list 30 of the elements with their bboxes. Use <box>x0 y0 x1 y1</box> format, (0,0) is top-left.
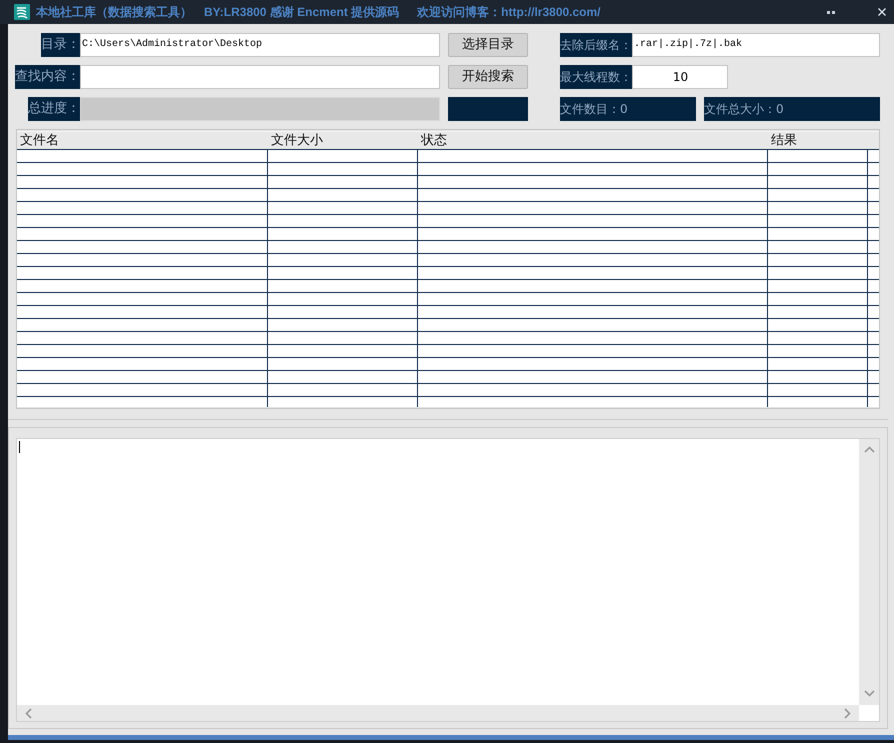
vertical-scrollbar[interactable] <box>859 439 879 705</box>
thread-count-field[interactable]: 10 <box>632 65 728 89</box>
start-search-button[interactable]: 开始搜索 <box>448 65 528 89</box>
chevron-right-icon[interactable] <box>844 708 851 718</box>
column-header[interactable]: 状态 <box>418 132 768 149</box>
horizontal-scrollbar[interactable] <box>17 705 859 721</box>
extensions-field[interactable]: .rar|.zip|.7z|.bak <box>632 33 880 57</box>
window-title: 本地社工库（数据搜索工具） <box>36 4 192 20</box>
window-title: 欢迎访问博客：http://lr3800.com/ <box>417 4 601 20</box>
app-logo-icon <box>14 4 30 20</box>
window-title: BY:LR3800 感谢 Encment 提供源码 <box>204 4 400 20</box>
field-label: 最大线程数： <box>560 65 632 89</box>
search-text-field[interactable] <box>80 65 440 89</box>
column-header[interactable]: 文件名 <box>17 132 268 149</box>
text-cursor-icon <box>19 441 20 453</box>
minimize-icon <box>827 10 835 14</box>
chevron-left-icon[interactable] <box>25 708 32 718</box>
chevron-up-icon[interactable] <box>864 446 874 453</box>
chevron-down-icon[interactable] <box>864 690 874 697</box>
directory-field[interactable]: C:\Users\Administrator\Desktop <box>80 33 440 57</box>
choose-directory-button[interactable]: 选择目录 <box>448 33 528 57</box>
file-count-label: 文件数目：0 <box>560 97 696 121</box>
field-label: 查找内容： <box>15 65 80 89</box>
field-label: 总进度： <box>28 97 80 121</box>
field-label: 目录： <box>41 33 80 57</box>
field-label: 去除后缀名： <box>560 33 632 57</box>
total-size-label: 文件总大小：0 <box>704 97 880 121</box>
close-icon <box>878 8 886 16</box>
column-header[interactable]: 文件大小 <box>268 132 418 149</box>
column-header[interactable]: 结果 <box>768 132 868 149</box>
